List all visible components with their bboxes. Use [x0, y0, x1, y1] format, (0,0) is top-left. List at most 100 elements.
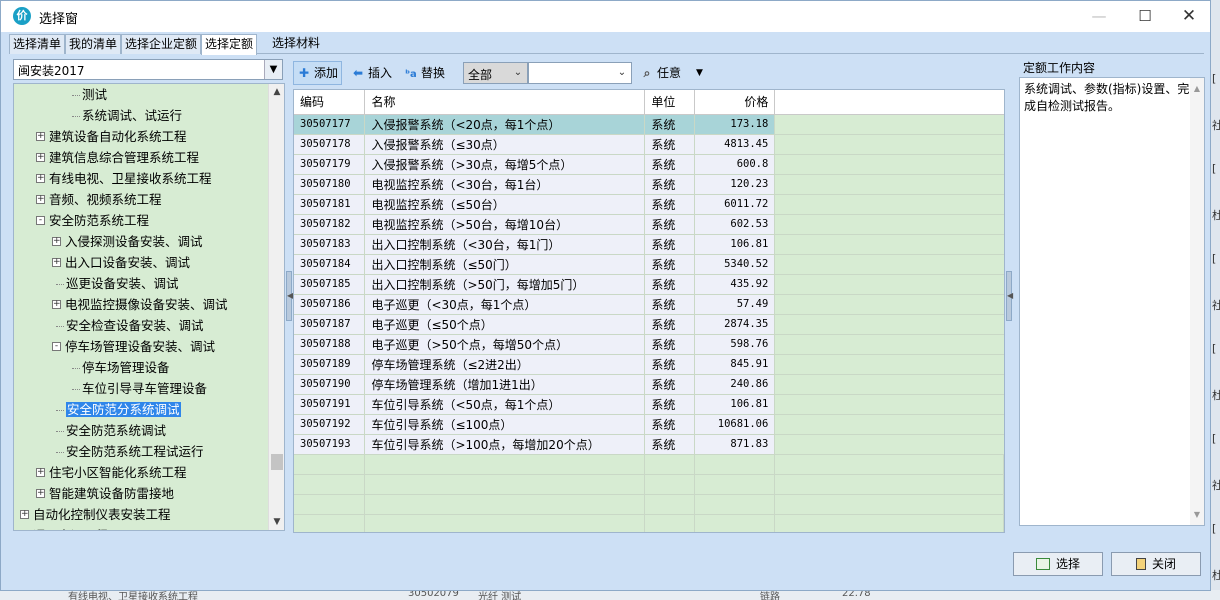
close-window-button[interactable]: ✕ — [1169, 5, 1209, 27]
collapse-icon[interactable]: - — [52, 342, 61, 351]
tree-item[interactable]: + 出入口设备安装、调试 — [52, 253, 190, 273]
table-row[interactable]: 30507183 出入口控制系统（<30台，每1门） 系统 106.81 — [294, 234, 1004, 255]
table-row[interactable]: 30507182 电视监控系统（>50台，每增10台） 系统 602.53 — [294, 214, 1004, 235]
table-row[interactable]: 30507184 出入口控制系统（≤50门） 系统 5340.52 — [294, 254, 1004, 275]
tree-item[interactable]: - 停车场管理设备安装、调试 — [52, 337, 215, 357]
tree-item[interactable]: 安全防范系统工程试运行 — [66, 442, 204, 462]
tree-item[interactable]: + 入侵探测设备安装、调试 — [52, 232, 203, 252]
cell-unit: 系统 — [644, 174, 696, 195]
tab-my-list[interactable]: 我的清单 — [65, 34, 122, 54]
tree-item-label: 安全防范分系统调试 — [66, 402, 181, 417]
close-label: 关闭 — [1151, 557, 1176, 571]
table-row[interactable]: 30507193 车位引导系统（>100点，每增加20个点） 系统 871.83 — [294, 434, 1004, 455]
cell-name: 电子巡更（<30点，每1个点） — [364, 294, 646, 315]
table-row[interactable]: 30507191 车位引导系统（<50点，每1个点） 系统 106.81 — [294, 394, 1004, 415]
scroll-down-icon[interactable]: ▼ — [269, 514, 284, 530]
expand-icon[interactable]: + — [52, 258, 61, 267]
tree-scrollbar[interactable]: ▲ ▼ — [268, 84, 284, 530]
table-row[interactable]: 30507180 电视监控系统（<30台，每1台） 系统 120.23 — [294, 174, 1004, 195]
tree-item[interactable]: + 住宅小区智能化系统工程 — [36, 463, 187, 483]
tree-item[interactable]: + 音频、视频系统工程 — [36, 190, 162, 210]
right-splitter[interactable]: ◀ — [1006, 271, 1013, 321]
chevron-down-icon[interactable]: ▼ — [264, 60, 282, 79]
scroll-thumb[interactable] — [271, 454, 283, 470]
tree-item[interactable]: + 有线电视、卫星接收系统工程 — [36, 169, 212, 189]
tree-item[interactable]: 车位引导寻车管理设备 — [82, 379, 207, 399]
tree-item[interactable]: + 电视监控摄像设备安装、调试 — [52, 295, 228, 315]
tab-select-list[interactable]: 选择清单 — [9, 34, 66, 54]
table-row[interactable]: 30507189 停车场管理系统（≤2进2出） 系统 845.91 — [294, 354, 1004, 375]
expand-icon[interactable]: + — [36, 489, 45, 498]
expand-icon[interactable]: + — [36, 468, 45, 477]
tab-select-material[interactable]: 选择材料 — [269, 34, 323, 54]
scroll-down-icon[interactable]: ▼ — [1190, 506, 1204, 523]
expand-icon[interactable]: + — [20, 510, 29, 519]
table-row[interactable]: 30507178 入侵报警系统（≤30点） 系统 4813.45 — [294, 134, 1004, 155]
cell-name: 出入口控制系统（<30台，每1门） — [364, 234, 646, 255]
expand-icon[interactable]: + — [36, 174, 45, 183]
add-button[interactable]: ✚ 添加 — [293, 61, 343, 85]
table-row[interactable]: 30507192 车位引导系统（≤100点） 系统 10681.06 — [294, 414, 1004, 435]
close-button[interactable]: 关闭 — [1111, 552, 1201, 576]
insert-button[interactable]: ⬅ 插入 — [348, 61, 395, 85]
table-row[interactable]: 30507185 出入口控制系统（>50门，每增加5门） 系统 435.92 — [294, 274, 1004, 295]
dropdown-arrow-icon[interactable]: ▼ — [693, 61, 706, 85]
header-unit[interactable]: 单位 — [644, 90, 696, 115]
chevron-down-icon[interactable]: ⌄ — [509, 63, 527, 83]
expand-icon[interactable]: + — [52, 300, 61, 309]
replace-button[interactable]: ᵇa 替换 — [401, 61, 448, 85]
empty-cell — [644, 494, 696, 515]
maximize-button[interactable]: ☐ — [1125, 5, 1165, 27]
tree-item[interactable]: 测试 — [82, 85, 107, 105]
table-row[interactable]: 30507179 入侵报警系统（>30点，每增5个点） 系统 600.8 — [294, 154, 1004, 175]
table-row[interactable]: 30507188 电子巡更（>50个点，每增50个点） 系统 598.76 — [294, 334, 1004, 355]
header-price[interactable]: 价格 — [694, 90, 776, 115]
quota-grid[interactable]: 编码 名称 单位 价格 30507177 入侵报警系统（<20点，每1个点） 系统 1… — [293, 89, 1005, 533]
table-row[interactable]: 30507186 电子巡更（<30点，每1个点） 系统 57.49 — [294, 294, 1004, 315]
expand-icon[interactable]: + — [36, 153, 45, 162]
tree-item[interactable]: 安全检查设备安装、调试 — [66, 316, 204, 336]
tree-item[interactable]: + 自动化控制仪表安装工程 — [20, 505, 171, 525]
tree-item[interactable]: 系统调试、试运行 — [82, 106, 182, 126]
work-content-box[interactable]: 系统调试、参数(指标)设置、完成自检测试报告。 ▲ ▼ — [1019, 77, 1205, 526]
tree-item[interactable]: + 智能建筑设备防雷接地 — [36, 484, 174, 504]
tab-enterprise-quota[interactable]: 选择企业定额 — [121, 34, 202, 54]
tree-item[interactable]: + 建筑设备自动化系统工程 — [36, 127, 187, 147]
select-button[interactable]: 选择 — [1013, 552, 1103, 576]
tree-item[interactable]: 停车场管理设备 — [82, 358, 170, 378]
tree-item[interactable]: +通风空调工程 — [20, 526, 108, 530]
tree-item[interactable]: 安全防范分系统调试 — [66, 400, 181, 420]
tree-item[interactable]: 安全防范系统调试 — [66, 421, 166, 441]
select-window: 价 选择窗 — ☐ ✕ 选择清单 我的清单 选择企业定额 选择定额 选择材料 闽… — [0, 0, 1211, 591]
work-content-scrollbar[interactable]: ▲ ▼ — [1190, 78, 1204, 525]
title-bar[interactable]: 价 选择窗 — ☐ ✕ — [1, 1, 1210, 32]
empty-cell — [644, 474, 696, 495]
scroll-up-icon[interactable]: ▲ — [1190, 80, 1204, 97]
search-any-button[interactable]: ⌕ 任意 — [637, 61, 684, 85]
quota-tree[interactable]: +通风空调工程+自动化控制仪表安装工程+智能建筑设备防雷接地+住宅小区智能化系统… — [13, 83, 285, 531]
filter-select[interactable]: 全部 ⌄ — [463, 62, 528, 84]
table-row[interactable]: 30507187 电子巡更（≤50个点） 系统 2874.35 — [294, 314, 1004, 335]
tree-item[interactable]: 巡更设备安装、调试 — [66, 274, 179, 294]
tree-item[interactable]: + 建筑信息综合管理系统工程 — [36, 148, 199, 168]
project-select[interactable]: 闽安装2017 ▼ — [13, 59, 283, 80]
left-splitter[interactable]: ◀ — [286, 271, 293, 321]
cell-code: 30507178 — [294, 134, 366, 155]
collapse-icon[interactable]: - — [36, 216, 45, 225]
expand-icon[interactable]: + — [52, 237, 61, 246]
tab-select-quota[interactable]: 选择定额 — [201, 34, 258, 55]
table-row[interactable]: 30507177 入侵报警系统（<20点，每1个点） 系统 173.18 — [294, 114, 1004, 135]
table-row[interactable]: 30507190 停车场管理系统（增加1进1出） 系统 240.86 — [294, 374, 1004, 395]
empty-cell — [294, 494, 366, 515]
cell-filler — [774, 174, 1004, 195]
chevron-down-icon[interactable]: ⌄ — [613, 63, 631, 83]
table-row[interactable]: 30507181 电视监控系统（≤50台） 系统 6011.72 — [294, 194, 1004, 215]
minimize-button[interactable]: — — [1079, 5, 1119, 27]
header-code[interactable]: 编码 — [294, 90, 366, 115]
header-name[interactable]: 名称 — [364, 90, 646, 115]
expand-icon[interactable]: + — [36, 195, 45, 204]
tree-item[interactable]: - 安全防范系统工程 — [36, 211, 149, 231]
expand-icon[interactable]: + — [36, 132, 45, 141]
scroll-up-icon[interactable]: ▲ — [269, 84, 284, 100]
search-combo[interactable]: ⌄ — [528, 62, 632, 84]
